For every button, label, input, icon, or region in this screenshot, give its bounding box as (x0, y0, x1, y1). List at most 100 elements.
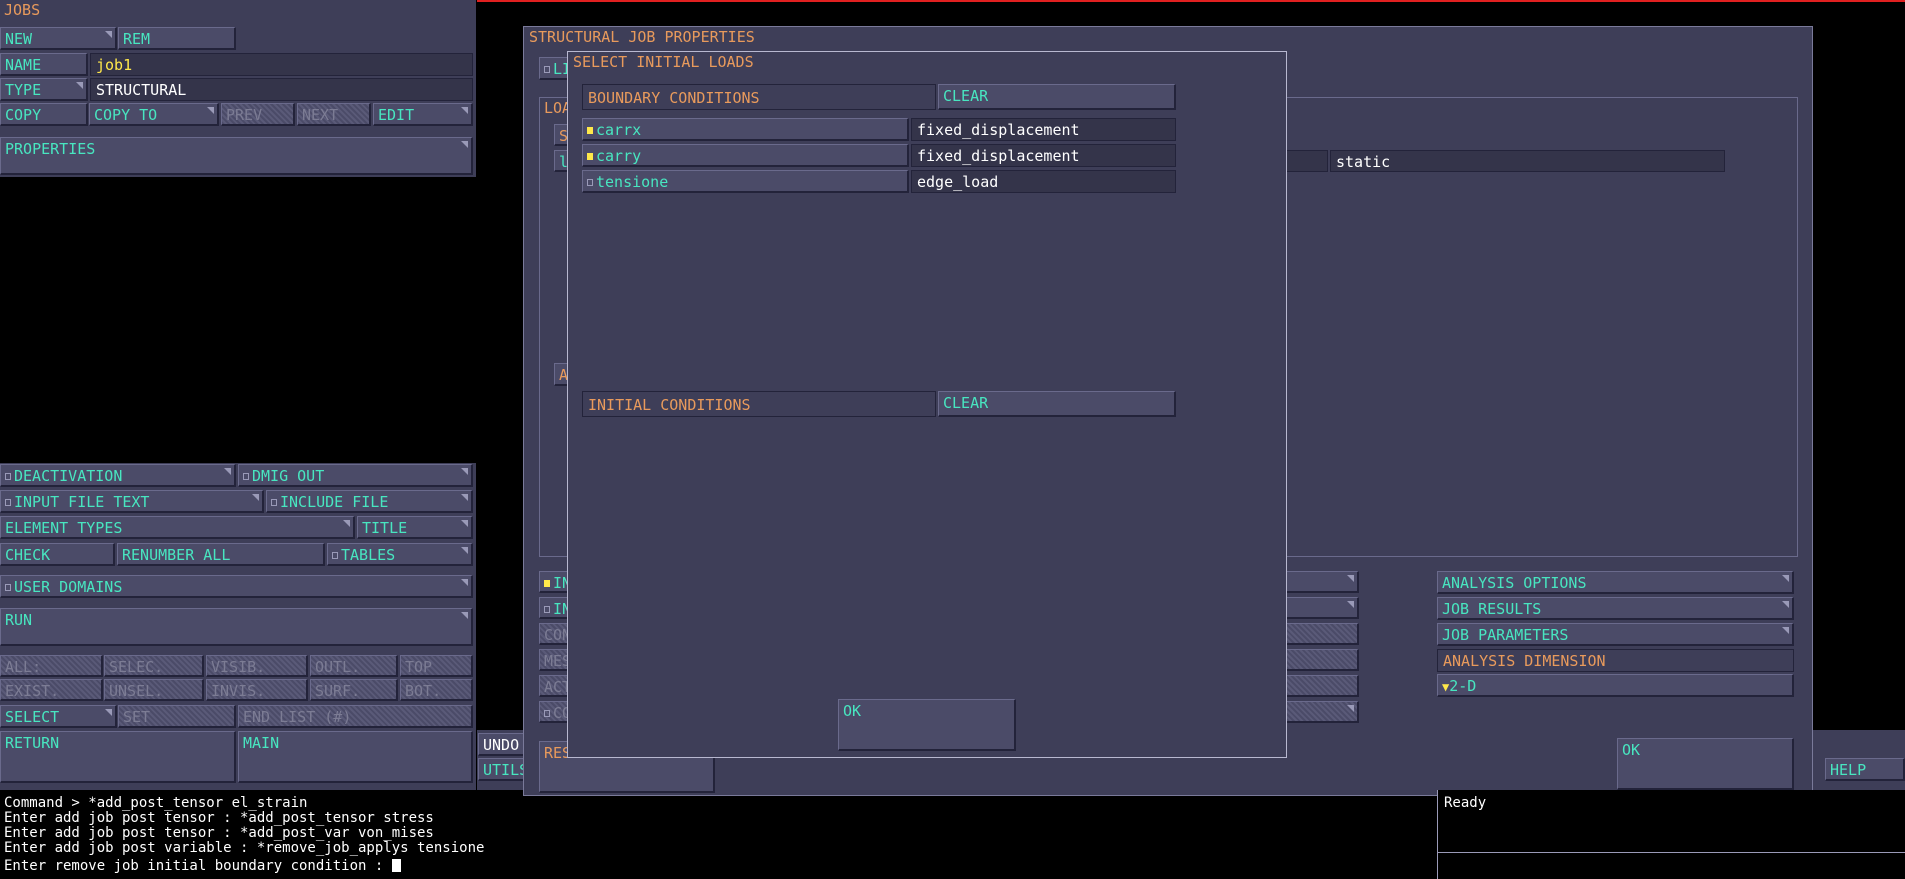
run-button[interactable]: RUN (0, 608, 473, 646)
analysis-dimension-select[interactable]: ▼2-D (1437, 674, 1794, 697)
prev-button: PREV (221, 103, 295, 126)
load-carrx-toggle[interactable]: carrx (582, 118, 909, 141)
select-initial-loads-dialog: SELECT INITIAL LOADS BOUNDARY CONDITIONS… (567, 51, 1287, 758)
status-divider (1438, 852, 1905, 853)
analysis-dimension-label: ANALYSIS DIMENSION (1437, 649, 1794, 672)
return-button[interactable]: RETURN (0, 731, 236, 783)
load-carrx-type: fixed_displacement (911, 118, 1176, 141)
checkbox-icon (544, 606, 550, 613)
console-line: Enter add job post tensor : *add_post_te… (4, 810, 434, 826)
checkbox-icon (5, 473, 11, 480)
menu-arrow-icon (1347, 575, 1354, 582)
dmig-out-button[interactable]: DMIG OUT (238, 464, 473, 487)
console-line: Enter add job post variable : *remove_jo… (4, 840, 485, 856)
checkbox-icon (243, 473, 249, 480)
main-button[interactable]: MAIN (238, 731, 473, 783)
load-tensione-type: edge_load (911, 170, 1176, 193)
properties-button[interactable]: PROPERTIES (0, 137, 473, 175)
checkbox-icon (587, 179, 593, 186)
end-list-button: END LIST (#) (238, 705, 473, 728)
initial-conditions-header: INITIAL CONDITIONS (582, 391, 936, 417)
text-cursor (391, 859, 401, 872)
select-surf-button: SURF. (310, 679, 398, 701)
menu-arrow-icon (252, 494, 259, 501)
type-button[interactable]: TYPE (0, 78, 88, 101)
properties-blank-area (0, 177, 476, 463)
boundary-conditions-header: BOUNDARY CONDITIONS (582, 84, 936, 110)
command-console[interactable]: Command > *add_post_tensor el_strain Ent… (0, 796, 1436, 879)
select-button[interactable]: SELECT (0, 705, 117, 728)
rem-button[interactable]: REM (118, 27, 236, 50)
check-button[interactable]: CHECK (0, 543, 115, 566)
menu-arrow-icon (461, 494, 468, 501)
menu-arrow-icon (76, 82, 83, 89)
menu-arrow-icon (461, 612, 468, 619)
copy-to-button[interactable]: COPY TO (89, 103, 219, 126)
checkbox-icon (544, 710, 550, 717)
renumber-all-button[interactable]: RENUMBER ALL (117, 543, 325, 566)
copy-button[interactable]: COPY (0, 103, 88, 126)
deactivation-button[interactable]: DEACTIVATION (0, 464, 236, 487)
job-results-button[interactable]: JOB RESULTS (1437, 597, 1794, 620)
menu-arrow-icon (461, 547, 468, 554)
status-text: Ready (1444, 795, 1487, 811)
input-file-text-button[interactable]: INPUT FILE TEXT (0, 490, 264, 513)
menu-arrow-icon (1782, 601, 1789, 608)
menu-arrow-icon (1347, 601, 1354, 608)
edit-button[interactable]: EDIT (373, 103, 473, 126)
help-button[interactable]: HELP (1825, 758, 1905, 781)
element-types-button[interactable]: ELEMENT TYPES (0, 516, 355, 539)
checkbox-icon (5, 499, 11, 506)
menu-arrow-icon (461, 141, 468, 148)
initial-loads-ok-button[interactable]: OK (838, 699, 1016, 751)
user-domains-button[interactable]: USER DOMAINS (0, 575, 473, 598)
select-outl-button: OUTL. (310, 655, 398, 677)
select-exist-button: EXIST. (0, 679, 103, 701)
next-button: NEXT (297, 103, 371, 126)
checkbox-icon (544, 580, 550, 587)
job-name-field[interactable]: job1 (90, 53, 473, 76)
load-carry-type: fixed_displacement (911, 144, 1176, 167)
menu-arrow-icon (461, 107, 468, 114)
job-parameters-button[interactable]: JOB PARAMETERS (1437, 623, 1794, 646)
select-bot-button: BOT. (400, 679, 473, 701)
menu-arrow-icon (105, 31, 112, 38)
menu-arrow-icon (461, 468, 468, 475)
status-area: Ready (1437, 790, 1905, 879)
include-file-button[interactable]: INCLUDE FILE (266, 490, 473, 513)
select-all-button: ALL: (0, 655, 103, 677)
menu-arrow-icon (1782, 627, 1789, 634)
checkbox-icon (5, 584, 11, 591)
dialog-title: STRUCTURAL JOB PROPERTIES (529, 28, 755, 46)
checkbox-icon (544, 66, 550, 73)
title-button[interactable]: TITLE (357, 516, 473, 539)
loadcase-type-field: static (1330, 150, 1725, 172)
clear-boundary-conditions-button[interactable]: CLEAR (938, 84, 1176, 110)
analysis-options-button[interactable]: ANALYSIS OPTIONS (1437, 571, 1794, 594)
select-visib-button: VISIB. (206, 655, 308, 677)
menu-arrow-icon (1347, 705, 1354, 712)
console-prompt: Enter remove job initial boundary condit… (4, 858, 392, 874)
clear-initial-conditions-button[interactable]: CLEAR (938, 391, 1176, 417)
initial-loads-title: SELECT INITIAL LOADS (573, 53, 754, 71)
menu-arrow-icon (343, 520, 350, 527)
tables-button[interactable]: TABLES (327, 543, 473, 566)
checkbox-icon (271, 499, 277, 506)
new-button[interactable]: NEW (0, 27, 117, 50)
checkbox-icon (332, 552, 338, 559)
load-tensione-toggle[interactable]: tensione (582, 170, 909, 193)
menu-arrow-icon (105, 709, 112, 716)
jobs-panel: JOBS NEW REM NAME job1 TYPE STRUCTURAL C… (0, 0, 476, 790)
set-button: SET (118, 705, 236, 728)
menu-arrow-icon (207, 107, 214, 114)
structural-ok-button[interactable]: OK (1617, 738, 1794, 790)
console-line: Command > *add_post_tensor el_strain (4, 795, 308, 811)
menu-arrow-icon (461, 579, 468, 586)
console-line: Enter add job post tensor : *add_post_va… (4, 825, 434, 841)
select-top-button: TOP (400, 655, 473, 677)
load-carry-toggle[interactable]: carry (582, 144, 909, 167)
menu-arrow-icon (224, 468, 231, 475)
select-selec-button: SELEC. (104, 655, 204, 677)
console-input-line[interactable]: Enter remove job initial boundary condit… (4, 856, 401, 874)
name-label: NAME (0, 53, 88, 76)
